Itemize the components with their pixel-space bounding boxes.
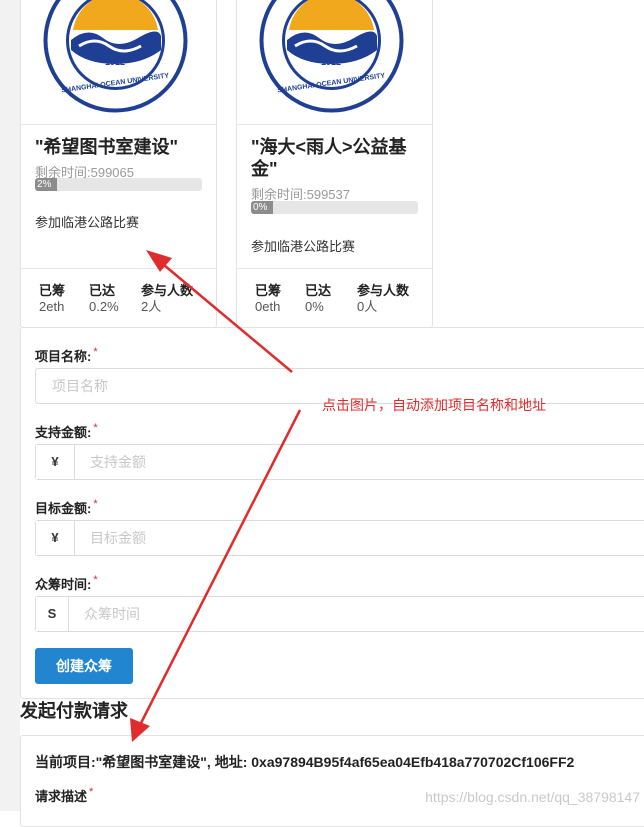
seconds-addon: S xyxy=(36,597,69,631)
support-amount-input[interactable]: ¥ 支持金额 xyxy=(35,444,644,480)
progress-fill: 0% xyxy=(251,201,273,214)
project-name-placeholder: 项目名称 xyxy=(52,378,108,394)
duration-placeholder: 众筹时间 xyxy=(84,606,140,622)
annotation-note: 点击图片，自动添加项目名称和地址 xyxy=(322,397,546,413)
request-description-label: 请求描述 * xyxy=(35,786,94,804)
create-crowdfunding-form: 项目名称: * 项目名称 支持金额: * ¥ 支持金额 目标金额: * ¥ 目标金额 … xyxy=(20,327,644,699)
progress-bar: 2% xyxy=(35,178,202,191)
target-amount-input[interactable]: ¥ 目标金额 xyxy=(35,520,644,556)
current-project-info: 当前项目:"希望图书室建设", 地址: 0xa97894B95f4af65ea0… xyxy=(35,754,575,770)
stat-raised: 已筹 0eth xyxy=(255,283,282,314)
stat-participants: 参与人数 0人 xyxy=(357,283,410,314)
payment-request-title: 发起付款请求 xyxy=(20,701,128,721)
progress-fill: 2% xyxy=(35,178,57,191)
stat-raised: 已筹 2eth xyxy=(39,283,66,314)
stat-reached: 已达 0.2% xyxy=(89,283,119,314)
stat-participants: 参与人数 2人 xyxy=(141,283,194,314)
project-description: 参加临港公路比赛 xyxy=(35,215,140,230)
seal-year: 1912 xyxy=(321,57,342,67)
duration-input[interactable]: S 众筹时间 xyxy=(35,596,644,632)
currency-addon: ¥ xyxy=(36,445,75,479)
currency-addon: ¥ xyxy=(36,521,75,555)
support-amount-placeholder: 支持金额 xyxy=(90,454,146,470)
payment-request-panel: 当前项目:"希望图书室建设", 地址: 0xa97894B95f4af65ea0… xyxy=(20,735,644,827)
project-card-2[interactable]: 1912 SHANGHAI OCEAN UNIVERSITY "海大<雨人>公益… xyxy=(236,0,433,328)
watermark: https://blog.csdn.net/qq_38798147 xyxy=(425,789,640,805)
support-amount-label: 支持金额: * xyxy=(35,422,98,440)
project-description: 参加临港公路比赛 xyxy=(251,239,356,254)
progress-bar: 0% xyxy=(251,201,418,214)
project-title: "希望图书室建设" xyxy=(35,137,179,157)
target-amount-placeholder: 目标金额 xyxy=(90,530,146,546)
left-gutter xyxy=(0,0,20,811)
project-name-label: 项目名称: * xyxy=(35,346,98,364)
project-image[interactable]: 1912 SHANGHAI OCEAN UNIVERSITY xyxy=(21,0,216,125)
project-image[interactable]: 1912 SHANGHAI OCEAN UNIVERSITY xyxy=(237,0,432,125)
target-amount-label: 目标金额: * xyxy=(35,498,98,516)
seal-year: 1912 xyxy=(105,57,126,67)
project-card-1[interactable]: 1912 SHANGHAI OCEAN UNIVERSITY "希望图书室建设"… xyxy=(20,0,217,328)
stat-reached: 已达 0% xyxy=(305,283,332,314)
create-crowdfunding-button[interactable]: 创建众筹 xyxy=(35,648,133,684)
duration-label: 众筹时间: * xyxy=(35,574,98,592)
project-title: "海大<雨人>公益基金" xyxy=(251,137,407,179)
card-stats: 已筹 0eth 已达 0% 参与人数 0人 xyxy=(237,268,432,327)
card-stats: 已筹 2eth 已达 0.2% 参与人数 2人 xyxy=(21,268,216,327)
